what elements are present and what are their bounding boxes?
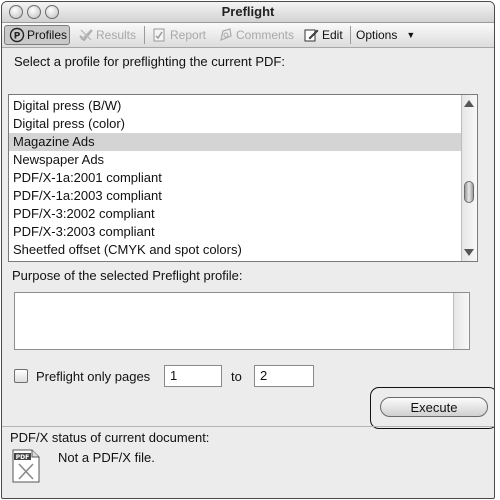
preflight-only-pages-label: Preflight only pages bbox=[36, 369, 151, 384]
section-divider bbox=[2, 426, 494, 427]
scroll-thumb[interactable] bbox=[464, 181, 474, 203]
edit-button[interactable]: Edit bbox=[298, 25, 348, 45]
list-item[interactable]: Magazine Ads bbox=[9, 133, 461, 151]
pdf-document-icon: PDF bbox=[12, 449, 40, 483]
execute-button[interactable]: Execute bbox=[380, 397, 488, 417]
profile-list[interactable]: Digital press (B/W) Digital press (color)… bbox=[8, 94, 478, 262]
svg-text:P: P bbox=[14, 32, 21, 42]
list-item[interactable]: PDF/X-1a:2003 compliant bbox=[9, 187, 461, 205]
toolbar-divider bbox=[350, 26, 351, 44]
window-title: Preflight bbox=[221, 4, 275, 19]
pdfx-status-text: Not a PDF/X file. bbox=[58, 450, 155, 465]
tab-results-label: Results bbox=[96, 28, 137, 42]
scroll-down-icon[interactable] bbox=[464, 249, 474, 256]
tab-results[interactable]: Results bbox=[74, 25, 140, 45]
preflight-window: Preflight P Profiles Results Report Comm… bbox=[1, 1, 495, 499]
page-to-label: to bbox=[231, 369, 242, 384]
purpose-text bbox=[15, 293, 469, 301]
list-item[interactable]: PDF/X-1a:2001 compliant bbox=[9, 169, 461, 187]
edit-button-label: Edit bbox=[322, 28, 343, 42]
pdfx-status-label: PDF/X status of current document: bbox=[10, 430, 210, 445]
dropdown-arrow-icon: ▼ bbox=[406, 30, 416, 40]
list-item[interactable]: Newspaper Ads bbox=[9, 151, 461, 169]
profile-prompt: Select a profile for preflighting the cu… bbox=[14, 54, 285, 69]
page-to-field[interactable]: 2 bbox=[254, 365, 314, 387]
title-bar: Preflight bbox=[2, 2, 494, 23]
options-menu[interactable]: Options ▼ bbox=[352, 25, 422, 45]
list-item[interactable]: Digital press (color) bbox=[9, 115, 461, 133]
report-button[interactable]: Report bbox=[146, 25, 214, 45]
preflight-only-pages-checkbox[interactable] bbox=[14, 369, 28, 383]
comments-button[interactable]: Comments bbox=[214, 25, 298, 45]
profiles-icon: P bbox=[9, 26, 25, 44]
purpose-textarea[interactable] bbox=[14, 292, 470, 350]
purpose-label: Purpose of the selected Preflight profil… bbox=[12, 268, 243, 283]
scroll-up-icon[interactable] bbox=[464, 100, 474, 107]
profile-list-scrollbar[interactable] bbox=[461, 95, 477, 261]
report-button-label: Report bbox=[170, 28, 207, 42]
list-item[interactable]: Sheetfed offset (CMYK and spot colors) bbox=[9, 241, 461, 259]
edit-icon bbox=[302, 26, 320, 44]
toolbar: P Profiles Results Report Comments Edit … bbox=[2, 23, 494, 48]
purpose-scrollbar[interactable] bbox=[453, 293, 469, 349]
options-menu-label: Options bbox=[356, 28, 398, 42]
comments-icon bbox=[218, 26, 234, 44]
list-item[interactable]: Digital press (B/W) bbox=[9, 97, 461, 115]
results-icon bbox=[78, 26, 94, 44]
list-item[interactable]: PDF/X-3:2003 compliant bbox=[9, 223, 461, 241]
list-item[interactable]: PDF/X-3:2002 compliant bbox=[9, 205, 461, 223]
comments-button-label: Comments bbox=[236, 28, 295, 42]
tab-profiles[interactable]: P Profiles bbox=[4, 25, 70, 45]
toolbar-divider bbox=[144, 26, 145, 44]
report-icon bbox=[150, 26, 168, 44]
tab-profiles-label: Profiles bbox=[27, 28, 68, 42]
svg-text:PDF: PDF bbox=[16, 454, 29, 461]
page-from-field[interactable]: 1 bbox=[164, 365, 222, 387]
